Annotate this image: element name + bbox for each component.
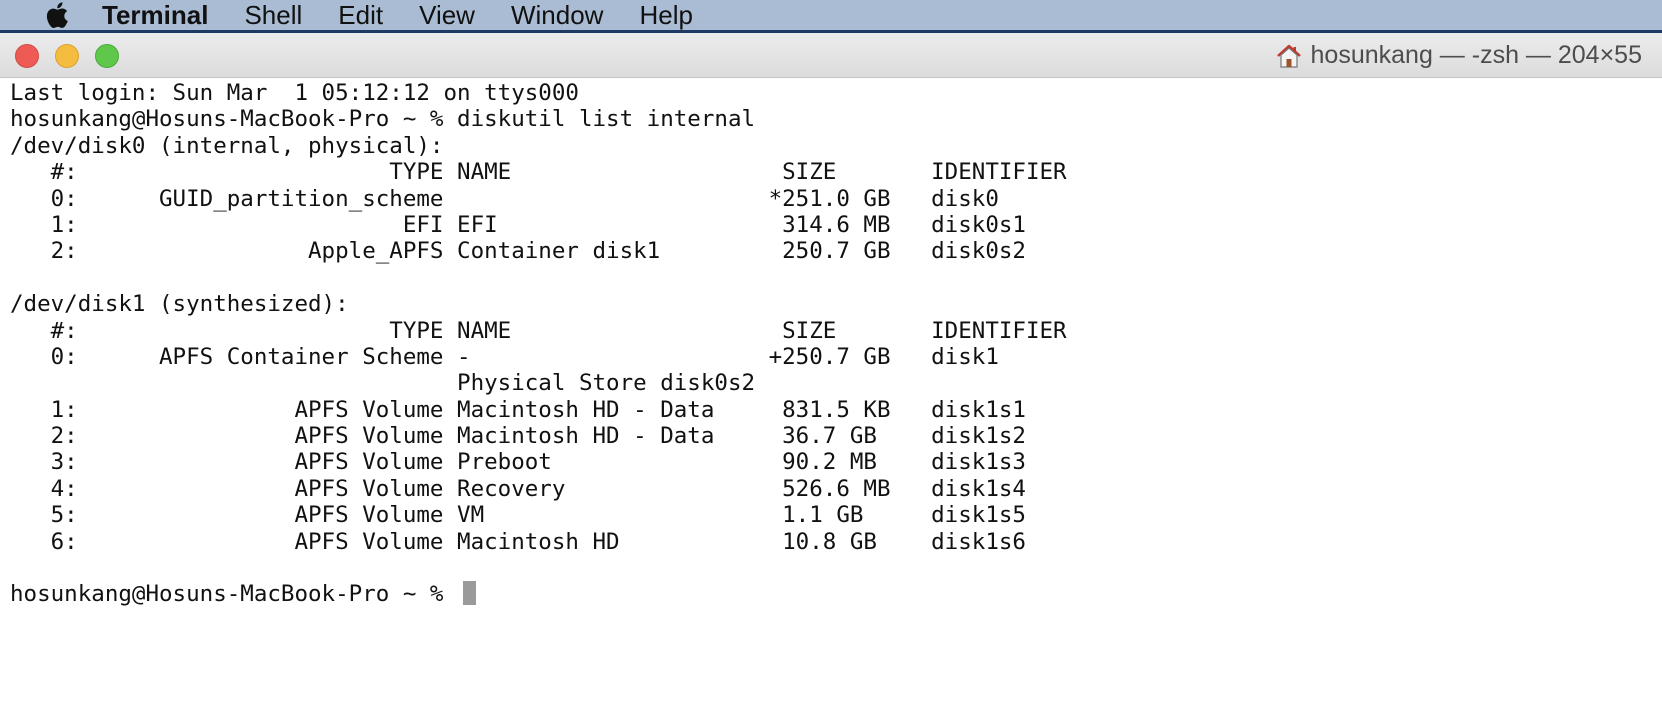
minimize-button[interactable] bbox=[55, 44, 79, 68]
menu-help[interactable]: Help bbox=[639, 0, 692, 30]
terminal-prompt: hosunkang@Hosuns-MacBook-Pro ~ % bbox=[10, 581, 458, 608]
terminal-output[interactable]: Last login: Sun Mar 1 05:12:12 on ttys00… bbox=[10, 80, 1650, 710]
menu-window[interactable]: Window bbox=[511, 0, 603, 30]
terminal-line: 1: APFS Volume Macintosh HD - Data 831.5… bbox=[10, 396, 1026, 423]
terminal-line: 3: APFS Volume Preboot 90.2 MB disk1s3 bbox=[10, 449, 1026, 476]
home-icon bbox=[1275, 42, 1303, 70]
terminal-line: 5: APFS Volume VM 1.1 GB disk1s5 bbox=[10, 502, 1026, 529]
menu-view[interactable]: View bbox=[419, 0, 475, 30]
terminal-line: 0: APFS Container Scheme - +250.7 GB dis… bbox=[10, 343, 999, 370]
menu-bar: Terminal Shell Edit View Window Help bbox=[0, 0, 1662, 30]
terminal-line: Last login: Sun Mar 1 05:12:12 on ttys00… bbox=[10, 80, 579, 106]
window-title-bar[interactable]: hosunkang — -zsh — 204×55 bbox=[0, 30, 1662, 78]
terminal-line: 6: APFS Volume Macintosh HD 10.8 GB disk… bbox=[10, 528, 1026, 555]
zoom-button[interactable] bbox=[95, 44, 119, 68]
terminal-line: #: TYPE NAME SIZE IDENTIFIER bbox=[10, 159, 1067, 186]
terminal-line: /dev/disk1 (synthesized): bbox=[10, 291, 349, 318]
terminal-line: 2: Apple_APFS Container disk1 250.7 GB d… bbox=[10, 238, 1026, 265]
menu-app-name[interactable]: Terminal bbox=[102, 0, 208, 30]
terminal-prompt-line[interactable]: hosunkang@Hosuns-MacBook-Pro ~ % bbox=[10, 581, 1650, 607]
terminal-line: hosunkang@Hosuns-MacBook-Pro ~ % diskuti… bbox=[10, 106, 756, 133]
terminal-line: Physical Store disk0s2 bbox=[10, 370, 756, 397]
terminal-line: #: TYPE NAME SIZE IDENTIFIER bbox=[10, 317, 1067, 344]
menu-edit[interactable]: Edit bbox=[338, 0, 383, 30]
terminal-line: 2: APFS Volume Macintosh HD - Data 36.7 … bbox=[10, 423, 1026, 450]
terminal-line: 4: APFS Volume Recovery 526.6 MB disk1s4 bbox=[10, 475, 1026, 502]
terminal-line: /dev/disk0 (internal, physical): bbox=[10, 132, 444, 159]
menu-shell[interactable]: Shell bbox=[244, 0, 302, 30]
terminal-line: 1: EFI EFI 314.6 MB disk0s1 bbox=[10, 211, 1026, 238]
close-button[interactable] bbox=[15, 44, 39, 68]
window-title-text: hosunkang — -zsh — 204×55 bbox=[1310, 41, 1642, 69]
text-cursor bbox=[463, 581, 477, 606]
apple-logo-icon[interactable] bbox=[36, 0, 76, 30]
window-title: hosunkang — -zsh — 204×55 bbox=[1275, 33, 1642, 78]
terminal-line: 0: GUID_partition_scheme *251.0 GB disk0 bbox=[10, 185, 999, 212]
